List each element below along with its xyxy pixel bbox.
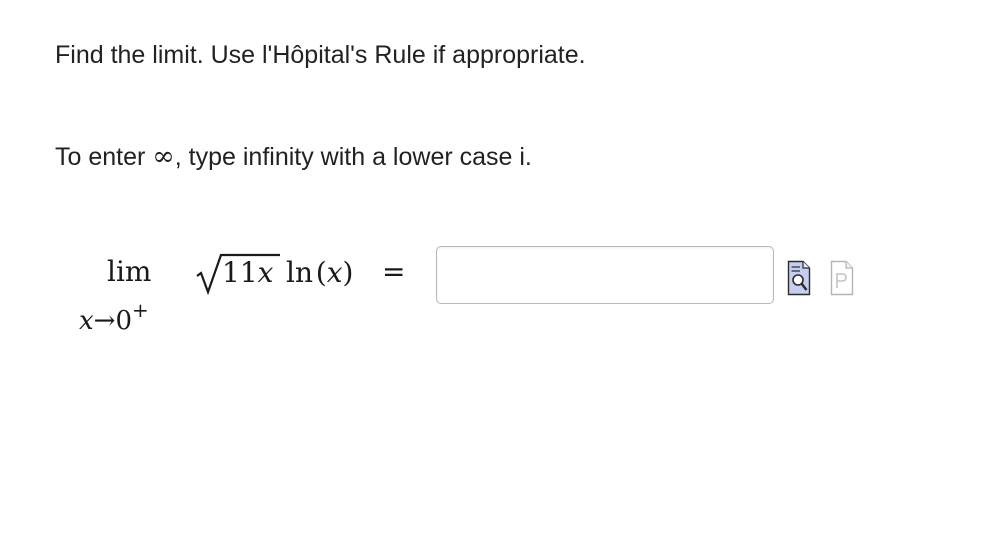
close-paren: ) <box>342 256 354 289</box>
log-expression: ln (x) <box>286 256 353 289</box>
preview-icon[interactable] <box>787 260 811 296</box>
infinity-note: To enter ∞, type infinity with a lower c… <box>55 142 532 172</box>
limit-subscript: x→0+ <box>79 298 149 336</box>
approach-side: + <box>132 298 149 322</box>
infinity-note-after: , type infinity with a lower case i. <box>174 143 532 171</box>
approach-arrow: → <box>93 306 116 336</box>
format-icon[interactable] <box>830 260 854 296</box>
function-name: ln <box>286 256 313 289</box>
answer-input[interactable] <box>436 246 774 304</box>
equals-sign: = <box>382 255 406 288</box>
approach-value: 0 <box>115 306 133 336</box>
function-argument: x <box>326 256 343 289</box>
approach-variable: x <box>79 306 94 336</box>
limit-operator: lim <box>107 255 152 288</box>
radicand-coefficient: 11 <box>222 256 258 289</box>
radicand: 11x <box>222 256 273 289</box>
radicand-variable: x <box>257 256 274 289</box>
open-paren: ( <box>315 256 327 289</box>
problem-instruction: Find the limit. Use l'Hôpital's Rule if … <box>55 41 586 69</box>
infinity-note-before: To enter <box>55 143 153 171</box>
infinity-symbol: ∞ <box>152 141 175 172</box>
